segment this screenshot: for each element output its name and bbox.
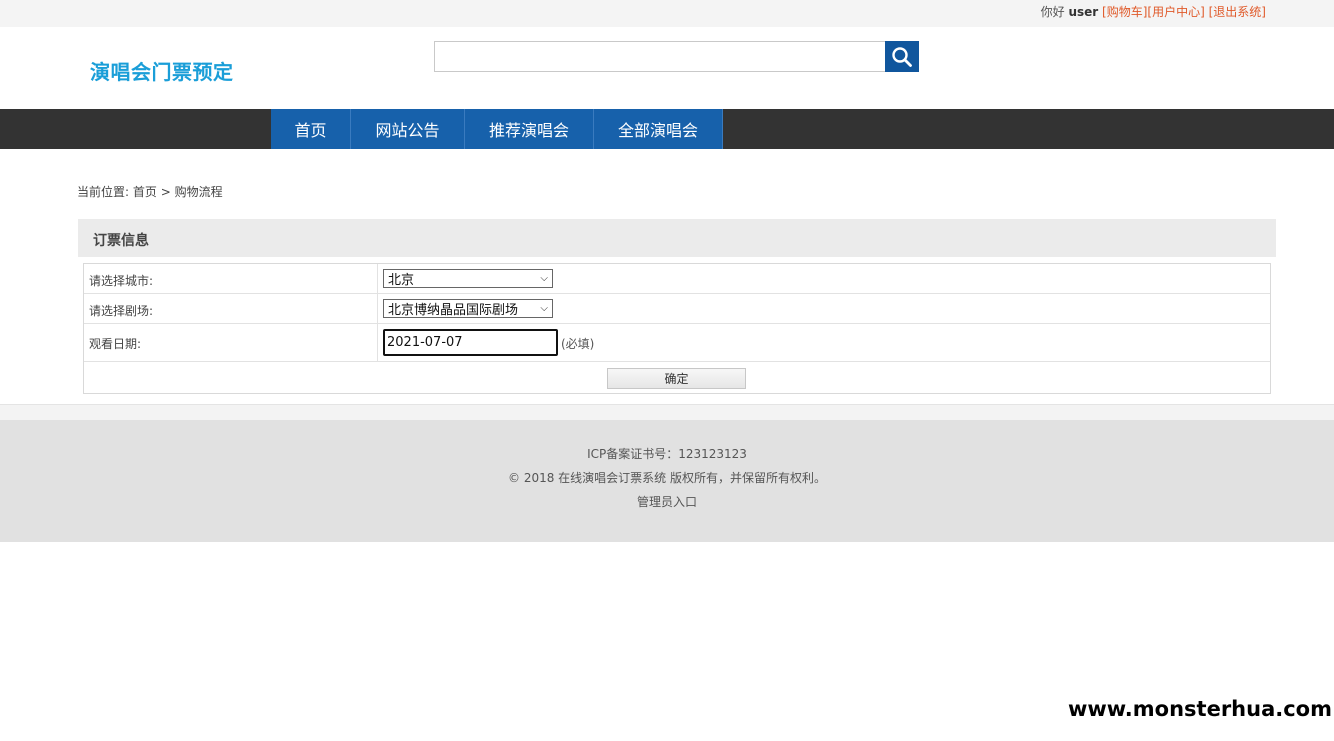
city-select-value: 北京 xyxy=(388,273,415,288)
cart-link[interactable]: [购物车] xyxy=(1102,5,1147,19)
row-divider xyxy=(377,324,378,361)
date-row: 观看日期: (必填) xyxy=(84,324,1270,362)
username: user xyxy=(1068,5,1099,19)
footer-divider xyxy=(0,404,1334,420)
nav-item-announcements[interactable]: 网站公告 xyxy=(351,109,465,149)
icp-text: ICP备案证书号：123123123 xyxy=(587,447,747,461)
breadcrumb-separator: > xyxy=(160,185,171,199)
copyright-text: © 2018 在线演唱会订票系统 版权所有，并保留所有权利。 xyxy=(508,471,826,485)
breadcrumb-prefix: 当前位置: xyxy=(77,185,130,199)
site-logo[interactable]: 演唱会门票预定 xyxy=(90,56,234,85)
logout-link[interactable]: [退出系统] xyxy=(1209,5,1266,19)
search-button[interactable] xyxy=(885,41,919,72)
chevron-down-icon: ⌵ xyxy=(540,273,548,284)
required-note: (必填) xyxy=(561,337,595,351)
user-links: 你好 user [购物车][用户中心] [退出系统] xyxy=(1041,3,1266,20)
nav-item-all-concerts[interactable]: 全部演唱会 xyxy=(594,109,723,149)
panel-header: 订票信息 xyxy=(78,219,1276,257)
footer: ICP备案证书号：123123123 © 2018 在线演唱会订票系统 版权所有… xyxy=(0,420,1334,542)
date-input[interactable] xyxy=(383,329,558,356)
nav-item-home[interactable]: 首页 xyxy=(271,109,351,149)
top-bar: 你好 user [购物车][用户中心] [退出系统] xyxy=(0,0,1334,27)
city-row: 请选择城市: 北京 ⌵ xyxy=(84,264,1270,294)
city-label: 请选择城市: xyxy=(89,274,154,288)
breadcrumb: 当前位置: 首页 > 购物流程 xyxy=(77,183,223,200)
booking-form: 请选择城市: 北京 ⌵ 请选择剧场: 北京博纳晶品国际剧场 ⌵ 观看日期: (必… xyxy=(83,263,1271,394)
venue-select[interactable]: 北京博纳晶品国际剧场 ⌵ xyxy=(383,299,553,318)
breadcrumb-current: 购物流程 xyxy=(174,185,223,199)
breadcrumb-home[interactable]: 首页 xyxy=(133,185,157,199)
venue-label: 请选择剧场: xyxy=(89,304,154,318)
nav-item-recommended[interactable]: 推荐演唱会 xyxy=(465,109,594,149)
chevron-down-icon: ⌵ xyxy=(540,303,548,314)
watermark: www.monsterhua.com xyxy=(1067,697,1332,721)
confirm-button[interactable]: 确定 xyxy=(607,368,746,389)
search-input[interactable] xyxy=(434,41,886,72)
greeting-text: 你好 xyxy=(1040,5,1065,19)
admin-link[interactable]: 管理员入口 xyxy=(0,493,1334,510)
panel-title: 订票信息 xyxy=(93,233,149,249)
main-nav: 首页 网站公告 推荐演唱会 全部演唱会 xyxy=(0,109,1334,149)
user-center-link[interactable]: [用户中心] xyxy=(1147,5,1204,19)
row-divider xyxy=(377,294,378,323)
venue-row: 请选择剧场: 北京博纳晶品国际剧场 ⌵ xyxy=(84,294,1270,324)
search-icon xyxy=(892,46,912,67)
date-label: 观看日期: xyxy=(89,337,142,351)
venue-select-value: 北京博纳晶品国际剧场 xyxy=(388,303,519,318)
city-select[interactable]: 北京 ⌵ xyxy=(383,269,553,288)
row-divider xyxy=(377,264,378,293)
